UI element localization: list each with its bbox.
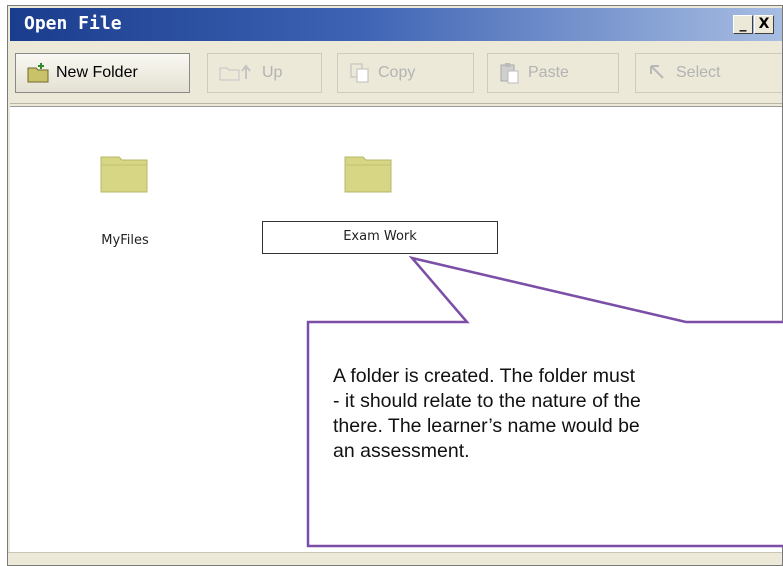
new-folder-icon bbox=[27, 63, 49, 83]
close-button[interactable]: X bbox=[754, 15, 774, 34]
callout-line: - it should relate to the nature of the bbox=[333, 390, 641, 412]
rename-input[interactable]: Exam Work bbox=[262, 221, 498, 254]
minimize-button[interactable]: _ bbox=[733, 15, 753, 34]
up-label: Up bbox=[262, 64, 283, 81]
select-button[interactable]: Select bbox=[635, 53, 782, 93]
folder-exam-work[interactable] bbox=[344, 153, 392, 197]
window-title: Open File bbox=[24, 13, 122, 34]
folder-icon bbox=[100, 156, 148, 193]
select-label: Select bbox=[676, 64, 721, 81]
paste-button[interactable]: Paste bbox=[487, 53, 619, 93]
new-folder-label: New Folder bbox=[56, 64, 138, 81]
new-folder-button[interactable]: New Folder bbox=[15, 53, 190, 93]
folder-icon bbox=[344, 156, 392, 193]
select-arrow-icon bbox=[650, 65, 664, 79]
callout-text: A folder is created. The folder must - i… bbox=[333, 364, 783, 464]
toolbar: New Folder Up Copy Paste Select bbox=[10, 43, 782, 104]
up-button[interactable]: Up bbox=[207, 53, 322, 93]
status-strip bbox=[8, 552, 782, 565]
copy-button[interactable]: Copy bbox=[337, 53, 474, 93]
copy-label: Copy bbox=[378, 64, 416, 81]
up-folder-icon bbox=[219, 64, 251, 81]
paste-icon bbox=[500, 63, 519, 84]
copy-icon bbox=[350, 63, 369, 83]
open-file-dialog: Open File _ X New Folder Up Copy Paste S… bbox=[7, 5, 783, 566]
title-bar[interactable]: Open File _ X bbox=[10, 8, 782, 41]
callout-line: A folder is created. The folder must bbox=[333, 365, 636, 387]
callout-line: there. The learner’s name would be bbox=[333, 415, 640, 437]
folder-label-myfiles: MyFiles bbox=[101, 233, 149, 248]
paste-label: Paste bbox=[528, 64, 569, 81]
folder-myfiles[interactable] bbox=[100, 153, 148, 197]
callout-line: an assessment. bbox=[333, 440, 470, 462]
